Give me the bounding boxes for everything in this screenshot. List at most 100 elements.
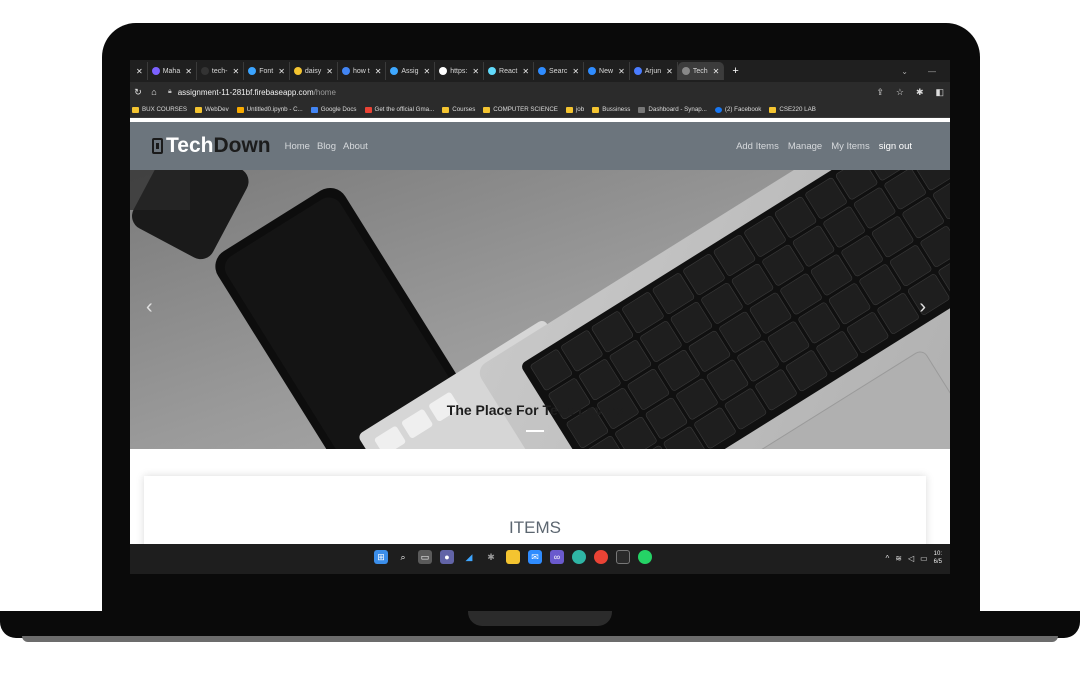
carousel-indicator[interactable] (526, 430, 544, 432)
signout-button[interactable]: sign out (879, 141, 912, 152)
task-view-icon[interactable]: ▭ (418, 550, 432, 564)
vs-icon[interactable]: ∞ (550, 550, 564, 564)
browser-tab[interactable]: tech- ✕ (197, 62, 245, 80)
tab-favicon-icon (248, 67, 257, 75)
bookmark-label: CSE220 LAB (779, 106, 816, 113)
bookmark-item[interactable]: job (565, 106, 585, 113)
file-explorer-icon[interactable] (506, 550, 520, 564)
new-tab-button[interactable]: + (724, 65, 746, 77)
bookmark-label: Google Docs (320, 106, 357, 113)
share-icon[interactable]: ⇪ (876, 87, 884, 98)
browser-tab[interactable]: how t ✕ (338, 62, 387, 80)
carousel-prev-icon[interactable]: ‹ (146, 296, 153, 319)
search-icon[interactable]: ⌕ (396, 550, 410, 564)
bookmark-item[interactable]: Dashboard - Synap... (638, 106, 707, 113)
tab-label: daisy (304, 67, 322, 75)
url-field[interactable]: 🔒︎ assignment-11-281bf.firebaseapp.com/h… (168, 88, 336, 97)
whatsapp-icon[interactable] (638, 550, 652, 564)
carousel-next-icon[interactable]: › (919, 296, 926, 319)
edge-icon[interactable] (572, 550, 586, 564)
bookmark-item[interactable]: Google Docs (310, 106, 357, 113)
tab-close-left[interactable]: ✕ (130, 62, 148, 80)
clock[interactable]: 10: 6/5 (934, 550, 942, 566)
browser-tab[interactable]: daisy ✕ (290, 62, 338, 80)
tab-favicon-icon (200, 67, 209, 75)
close-icon[interactable]: ✕ (522, 67, 529, 76)
url-host: assignment-11-281bf.firebaseapp.com (177, 87, 314, 97)
vscode-icon[interactable]: ◢ (462, 550, 476, 564)
url-path: /home (313, 87, 336, 97)
brand-down: Down (213, 134, 271, 157)
chat-icon[interactable]: ● (440, 550, 454, 564)
close-icon[interactable]: ✕ (713, 67, 720, 76)
bookmark-label: Untitled0.ipynb - C... (246, 106, 303, 113)
tab-label: Searc (549, 67, 568, 75)
wifi-icon[interactable]: ≋ (895, 554, 902, 563)
close-icon[interactable]: ✕ (618, 67, 625, 76)
home-icon[interactable]: ⌂ (146, 87, 162, 97)
close-icon[interactable]: ✕ (375, 67, 382, 76)
sidepanel-icon[interactable]: ◧ (935, 87, 944, 98)
address-bar: ↻ ⌂ 🔒︎ assignment-11-281bf.firebaseapp.c… (130, 82, 950, 102)
close-icon[interactable]: ✕ (666, 67, 673, 76)
bookmark-item[interactable]: (2) Facebook (714, 106, 761, 113)
bookmark-item[interactable]: WebDev (195, 106, 229, 113)
chevron-up-icon[interactable]: ^ (885, 554, 889, 563)
bookmark-item[interactable]: CSE220 LAB (769, 106, 816, 113)
bookmark-label: Courses (452, 106, 476, 113)
reload-icon[interactable]: ↻ (130, 87, 146, 98)
bookmark-label: job (575, 106, 585, 113)
folder-icon (592, 106, 600, 113)
chevron-down-icon[interactable]: ⌄ (901, 67, 908, 76)
bookmark-item[interactable]: Untitled0.ipynb - C... (236, 106, 303, 113)
browser-tab[interactable]: https: ✕ (435, 62, 485, 80)
browser-tab[interactable]: Searc ✕ (534, 62, 585, 80)
tab-favicon-icon (588, 67, 597, 75)
battery-icon[interactable]: ▭ (920, 554, 928, 563)
bookmarks-bar: BUX COURSES WebDev Untitled0.ipynb - C... G… (130, 102, 950, 118)
bookmark-label: Get the official Gma... (374, 106, 435, 113)
bookmark-label: Bussiness (602, 106, 631, 113)
nav-manage[interactable]: Manage (788, 141, 822, 152)
minimize-icon[interactable]: — (928, 67, 936, 76)
terminal-icon[interactable] (616, 550, 630, 564)
nav-my-items[interactable]: My Items (831, 141, 870, 152)
browser-tab[interactable]: Maha ✕ (148, 62, 197, 80)
close-icon[interactable]: ✕ (326, 67, 333, 76)
nav-blog[interactable]: Blog (317, 141, 336, 152)
nav-home[interactable]: Home (285, 141, 310, 152)
tab-favicon-icon (439, 67, 448, 75)
close-icon[interactable]: ✕ (278, 67, 285, 76)
extensions-icon[interactable]: ✱ (916, 87, 924, 98)
browser-tab[interactable]: Tech ✕ (677, 62, 725, 80)
browser-tab[interactable]: Font ✕ (244, 62, 290, 80)
close-icon[interactable]: ✕ (232, 67, 239, 76)
tab-favicon-icon (538, 67, 547, 75)
mail-icon[interactable]: ✉ (528, 550, 542, 564)
browser-tab[interactable]: React ✕ (484, 62, 535, 80)
close-icon[interactable]: ✕ (472, 67, 479, 76)
tab-favicon-icon (681, 67, 690, 75)
brand-logo[interactable]: Tech Down (152, 134, 271, 158)
nav-add-items[interactable]: Add Items (736, 141, 779, 152)
bug-icon[interactable]: ✱ (484, 550, 498, 564)
browser-tab[interactable]: Assig ✕ (386, 62, 436, 80)
windows-start-icon[interactable]: ⊞ (374, 550, 388, 564)
chrome-icon[interactable] (594, 550, 608, 564)
bookmark-item[interactable]: Bussiness (592, 106, 630, 113)
close-icon[interactable]: ✕ (572, 67, 579, 76)
tab-favicon-icon (390, 67, 399, 75)
bookmark-item[interactable]: BUX COURSES (132, 106, 187, 113)
bookmark-item[interactable]: Get the official Gma... (364, 106, 435, 113)
browser-tab[interactable]: Arjun ✕ (630, 62, 678, 80)
star-icon[interactable]: ☆ (896, 87, 904, 98)
close-icon[interactable]: ✕ (424, 67, 431, 76)
browser-tab[interactable]: New ✕ (584, 62, 630, 80)
bookmark-item[interactable]: COMPUTER SCIENCE (483, 106, 558, 113)
nav-about[interactable]: About (343, 141, 368, 152)
laptop-notch (468, 611, 612, 626)
bookmark-item[interactable]: Courses (442, 106, 475, 113)
close-icon[interactable]: ✕ (185, 67, 192, 76)
tab-label: React (499, 67, 518, 75)
volume-icon[interactable]: ◁ (908, 554, 914, 563)
